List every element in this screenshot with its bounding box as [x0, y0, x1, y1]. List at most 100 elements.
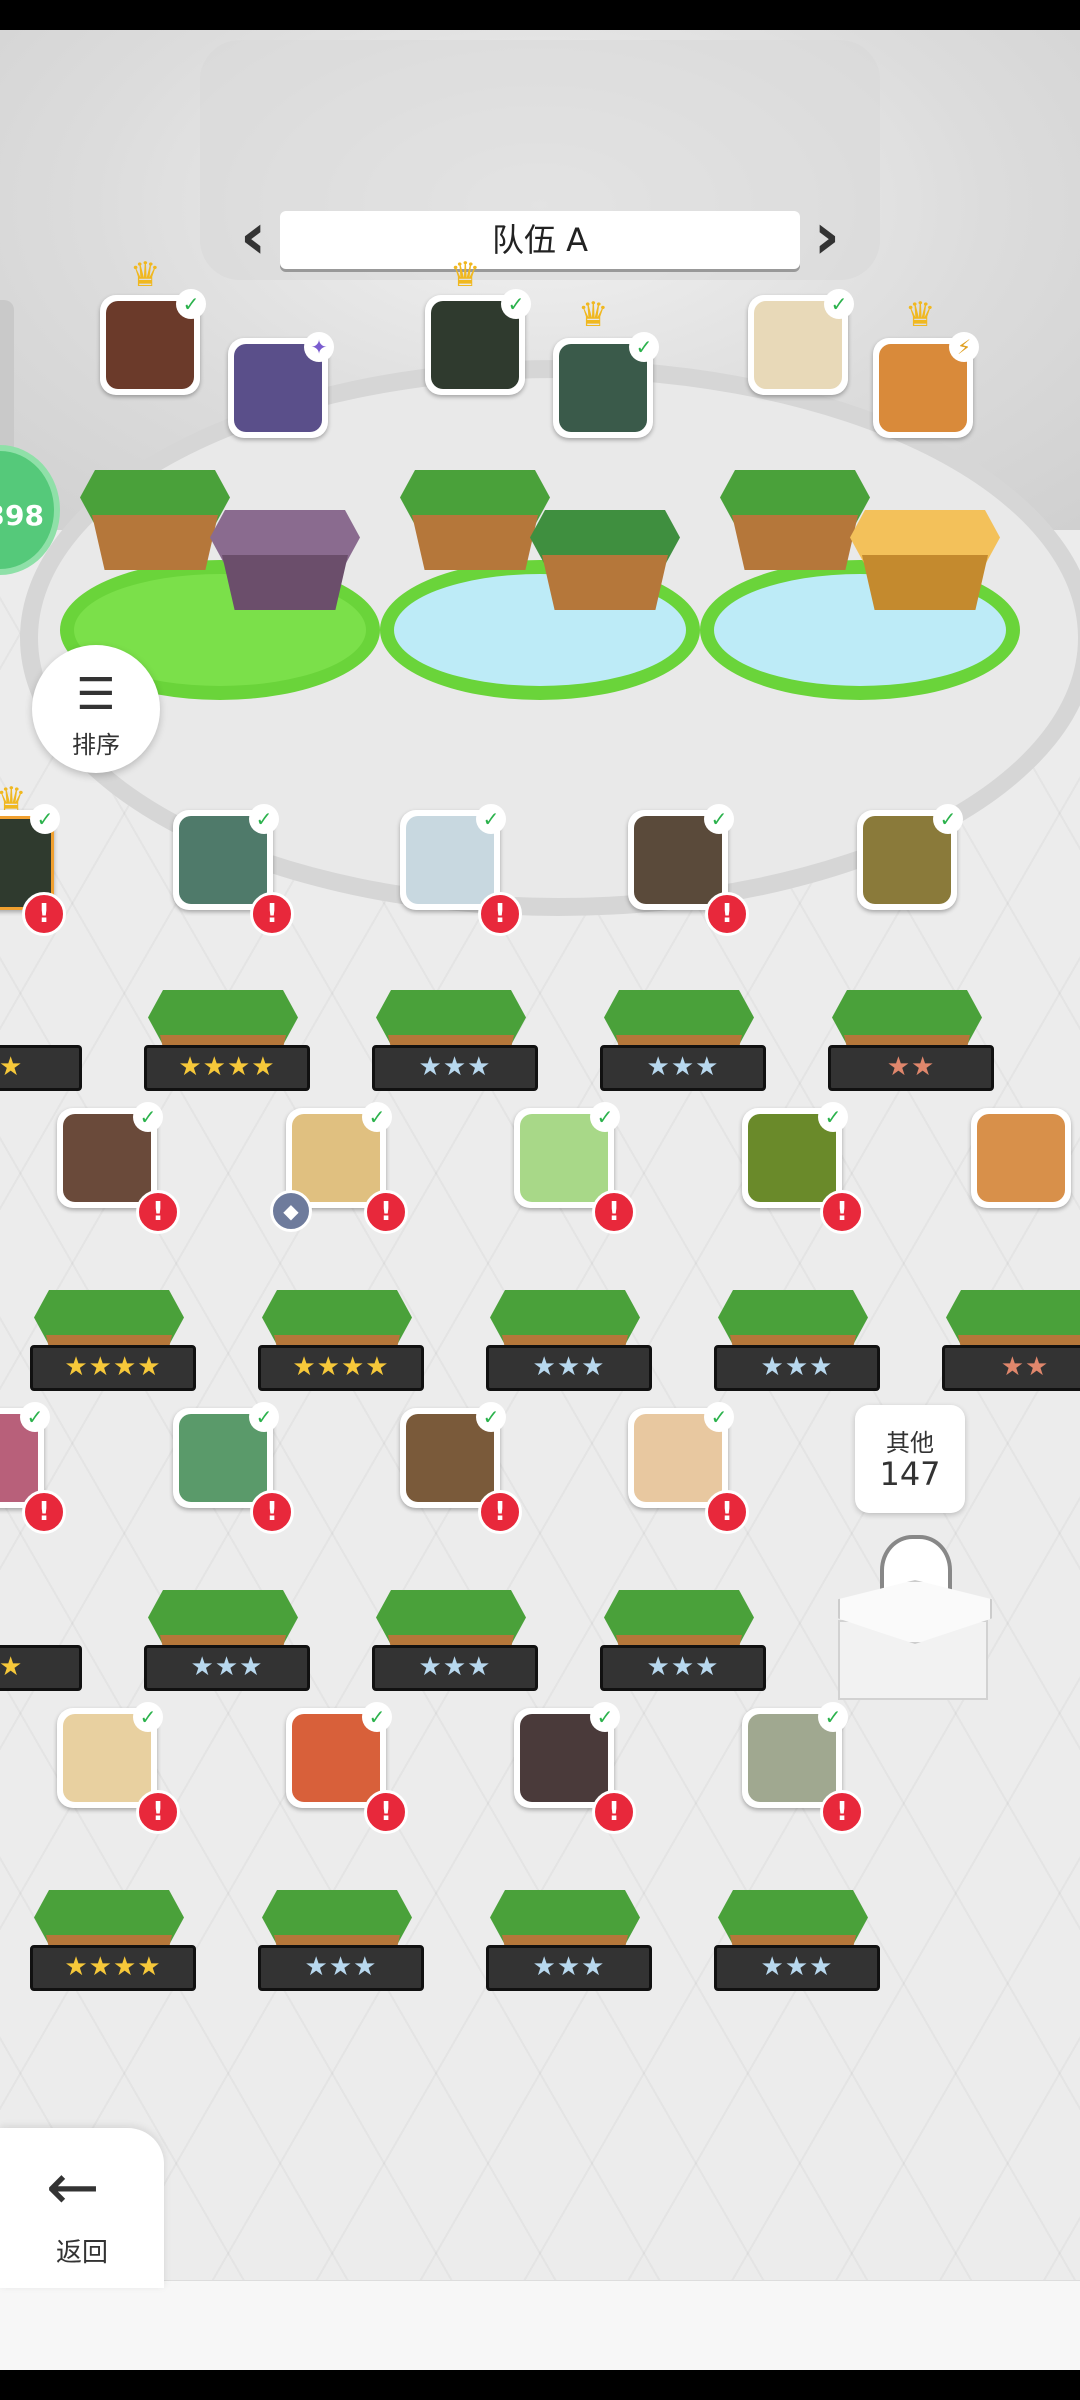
team-portrait[interactable]: ✓ — [100, 289, 206, 395]
roster-portrait[interactable]: ✓ — [57, 1102, 163, 1208]
other-units-cube[interactable] — [838, 1580, 992, 1710]
sort-button[interactable]: ☰ 排序 — [32, 645, 160, 773]
leaf-icon: ✓ — [824, 289, 854, 319]
alert-icon: ! — [250, 1490, 294, 1534]
team-portrait[interactable]: ✓ — [748, 289, 854, 395]
star-rating: ★★★ — [714, 1945, 880, 1991]
bottom-nav-area — [0, 2280, 1080, 2371]
alert-icon: ! — [705, 892, 749, 936]
leaf-icon: ✓ — [590, 1102, 620, 1132]
leaf-icon: ✓ — [476, 1402, 506, 1432]
leaf-icon: ✓ — [20, 1402, 50, 1432]
alert-icon: ! — [136, 1190, 180, 1234]
team-slot-3[interactable] — [700, 470, 1020, 720]
roster-portrait[interactable]: ✓ — [628, 804, 734, 910]
alert-icon: ! — [22, 892, 66, 936]
roster-portrait[interactable]: ✓ — [57, 1702, 163, 1808]
star-rating: ★★★★ — [30, 1345, 196, 1391]
leaf-icon: ✓ — [249, 804, 279, 834]
alert-icon: ! — [478, 892, 522, 936]
roster-portrait[interactable]: ✓ — [628, 1402, 734, 1508]
sort-label: 排序 — [72, 731, 120, 759]
unit-block — [80, 470, 230, 580]
unit-block — [210, 510, 360, 620]
other-units-bubble[interactable]: 其他 147 — [855, 1405, 965, 1513]
leaf-icon: ✓ — [362, 1102, 392, 1132]
roster-portrait[interactable] — [971, 1108, 1071, 1208]
dimension-badge-icon: ◆ — [270, 1190, 312, 1232]
star-rating: ★★★ — [258, 1945, 424, 1991]
game-screen: 4398 ‹ 队伍 A › ♛ ✓ ✦ ♛ ✓ ♛ ✓ ✓ ♛ ⚡ ☰ 排序 ♛… — [0, 0, 1080, 2400]
roster-portrait[interactable]: ✓ — [857, 804, 963, 910]
lightning-icon: ⚡ — [949, 332, 979, 362]
back-button[interactable]: ← 返回 — [0, 2128, 164, 2288]
leaf-icon: ✓ — [818, 1102, 848, 1132]
unit-block — [850, 510, 1000, 620]
alert-icon: ! — [136, 1790, 180, 1834]
crown-icon: ♛ — [905, 295, 936, 335]
other-label: 其他 — [886, 1429, 934, 1457]
team-title: 队伍 A — [280, 211, 800, 269]
roster-portrait[interactable]: ✓ — [173, 1402, 279, 1508]
roster-portrait[interactable]: ✓ — [286, 1702, 392, 1808]
alert-icon: ! — [592, 1790, 636, 1834]
star-rating: ★★ — [0, 1645, 82, 1691]
unit-block — [400, 470, 550, 580]
star-rating: ★★★ — [486, 1945, 652, 1991]
crown-icon: ♛ — [450, 255, 481, 295]
back-arrow-icon: ← — [46, 2151, 100, 2225]
leaf-icon: ✓ — [362, 1702, 392, 1732]
leaf-icon: ✓ — [30, 804, 60, 834]
team-portrait[interactable]: ⚡ — [873, 332, 979, 438]
roster-portrait[interactable]: ✓ — [400, 804, 506, 910]
team-prev-arrow-icon[interactable]: ‹ — [240, 205, 278, 275]
star-rating: ★★★ — [714, 1345, 880, 1391]
alert-icon: ! — [705, 1490, 749, 1534]
other-count: 147 — [879, 1455, 941, 1493]
star-rating: ★★ — [942, 1345, 1080, 1391]
leaf-icon: ✓ — [249, 1402, 279, 1432]
leaf-icon: ✓ — [133, 1102, 163, 1132]
roster-portrait[interactable]: ✓ — [400, 1402, 506, 1508]
alert-icon: ! — [250, 892, 294, 936]
star-rating: ★★★ — [600, 1645, 766, 1691]
system-nav-bar — [0, 2370, 1080, 2400]
unit-block — [720, 470, 870, 580]
leaf-icon: ✓ — [629, 332, 659, 362]
star-rating: ★★★★ — [144, 1045, 310, 1091]
crown-icon: ♛ — [578, 295, 609, 335]
team-next-arrow-icon[interactable]: › — [802, 205, 840, 275]
status-bar — [0, 0, 1080, 30]
team-slot-2[interactable] — [380, 470, 700, 720]
roster-portrait[interactable]: ✓ — [514, 1702, 620, 1808]
leaf-icon: ✓ — [704, 804, 734, 834]
leaf-icon: ✓ — [176, 289, 206, 319]
star-icon: ✦ — [304, 332, 334, 362]
leaf-icon: ✓ — [501, 289, 531, 319]
roster-portrait[interactable]: ✓ — [742, 1102, 848, 1208]
star-rating: ★★★★ — [258, 1345, 424, 1391]
crown-icon: ♛ — [130, 255, 161, 295]
sort-icon: ☰ — [76, 669, 116, 720]
leaf-icon: ✓ — [933, 804, 963, 834]
team-portrait[interactable]: ✓ — [425, 289, 531, 395]
team-portrait[interactable]: ✦ — [228, 332, 334, 438]
star-rating: ★★★ — [600, 1045, 766, 1091]
unit-block — [530, 510, 680, 620]
roster-portrait[interactable]: ✓ — [514, 1102, 620, 1208]
leaf-icon: ✓ — [704, 1402, 734, 1432]
roster-portrait[interactable]: ✓ — [173, 804, 279, 910]
leaf-icon: ✓ — [476, 804, 506, 834]
team-portrait[interactable]: ✓ — [553, 332, 659, 438]
leaf-icon: ✓ — [133, 1702, 163, 1732]
leaf-icon: ✓ — [818, 1702, 848, 1732]
alert-icon: ! — [820, 1190, 864, 1234]
alert-icon: ! — [592, 1190, 636, 1234]
roster-portrait[interactable]: ✓ — [742, 1702, 848, 1808]
alert-icon: ! — [364, 1190, 408, 1234]
team-header: ‹ 队伍 A › — [240, 205, 840, 277]
leaf-icon: ✓ — [590, 1702, 620, 1732]
alert-icon: ! — [478, 1490, 522, 1534]
back-label: 返回 — [55, 2238, 108, 2268]
star-rating: ★★ — [0, 1045, 82, 1091]
